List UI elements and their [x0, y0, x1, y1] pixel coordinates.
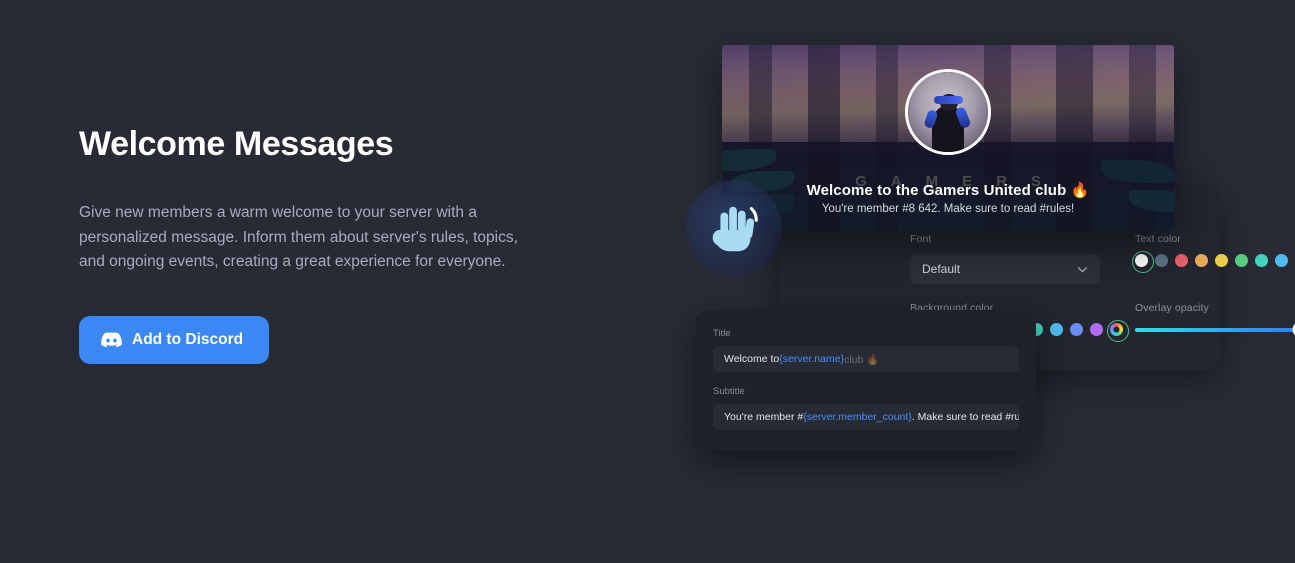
- title-text-prefix: Welcome to: [724, 353, 780, 365]
- waving-hand-icon: [703, 197, 765, 259]
- text-color-setting: Text color: [1131, 233, 1295, 273]
- discord-icon: [101, 331, 122, 348]
- background-color-swatch-7[interactable]: [1050, 323, 1063, 336]
- background-color-swatch-9[interactable]: [1090, 323, 1103, 336]
- title-input[interactable]: Welcome to {server.name} club 🔥: [713, 346, 1019, 372]
- message-fields-card: Title Welcome to {server.name} club 🔥 Su…: [696, 310, 1036, 450]
- text-color-swatch-1[interactable]: [1155, 254, 1168, 267]
- avatar: [905, 69, 991, 155]
- overlay-opacity-label: Overlay opacity: [1135, 302, 1209, 314]
- hero-copy: Welcome Messages Give new members a warm…: [79, 125, 549, 364]
- subtitle-text-prefix: You're member #: [724, 411, 804, 423]
- page-description: Give new members a warm welcome to your …: [79, 204, 518, 271]
- overlay-opacity-slider[interactable]: [1135, 322, 1295, 337]
- subtitle-input[interactable]: You're member # {server.member_count}. Ma…: [713, 404, 1019, 430]
- subtitle-field-label: Subtitle: [713, 386, 745, 397]
- font-label: Font: [910, 233, 932, 245]
- title-field-label: Title: [713, 328, 731, 339]
- title-text-suffix: club 🔥: [844, 353, 880, 366]
- title-field-group: Title Welcome to {server.name} club 🔥: [713, 328, 1019, 372]
- title-variable: {server.name}: [779, 353, 845, 365]
- text-color-swatch-4[interactable]: [1215, 254, 1228, 267]
- text-color-swatch-7[interactable]: [1275, 254, 1288, 267]
- add-to-discord-button[interactable]: Add to Discord: [79, 315, 270, 364]
- overlay-opacity-setting: Overlay opacity: [1135, 302, 1295, 337]
- subtitle-variable: {server.member_count}: [803, 411, 912, 423]
- subtitle-text-suffix: . Make sure to read #rules!: [911, 411, 1019, 423]
- slider-fill: [1135, 328, 1295, 332]
- text-color-swatch-list[interactable]: [1131, 250, 1295, 273]
- preview-composition: Font Default Text color Background color: [660, 30, 1295, 450]
- text-color-swatch-5[interactable]: [1235, 254, 1248, 267]
- welcome-banner-preview: GAMERS Welcome to the Gamers United club…: [722, 45, 1174, 231]
- waving-hand-badge: [686, 180, 782, 276]
- text-color-swatch-3[interactable]: [1195, 254, 1208, 267]
- page-title: Welcome Messages: [79, 125, 394, 163]
- text-color-swatch-2[interactable]: [1175, 254, 1188, 267]
- banner-subtitle: You're member #8 642. Make sure to read …: [821, 203, 1075, 215]
- text-color-swatch-6[interactable]: [1255, 254, 1268, 267]
- font-select[interactable]: Default: [910, 254, 1100, 284]
- chevron-down-icon: [1077, 266, 1088, 273]
- banner-text-block: Welcome to the Gamers United club 🔥 You'…: [722, 181, 1174, 215]
- subtitle-field-group: Subtitle You're member # {server.member_c…: [713, 386, 1019, 430]
- text-color-swatch-0[interactable]: [1131, 250, 1154, 273]
- font-setting: Font Default: [910, 233, 1100, 284]
- text-color-label: Text color: [1135, 233, 1181, 245]
- add-to-discord-label: Add to Discord: [132, 330, 244, 348]
- font-select-value: Default: [922, 262, 961, 276]
- background-color-swatch-8[interactable]: [1070, 323, 1083, 336]
- banner-title: Welcome to the Gamers United club 🔥: [806, 182, 1090, 199]
- background-color-rainbow-picker-icon[interactable]: [1106, 319, 1129, 342]
